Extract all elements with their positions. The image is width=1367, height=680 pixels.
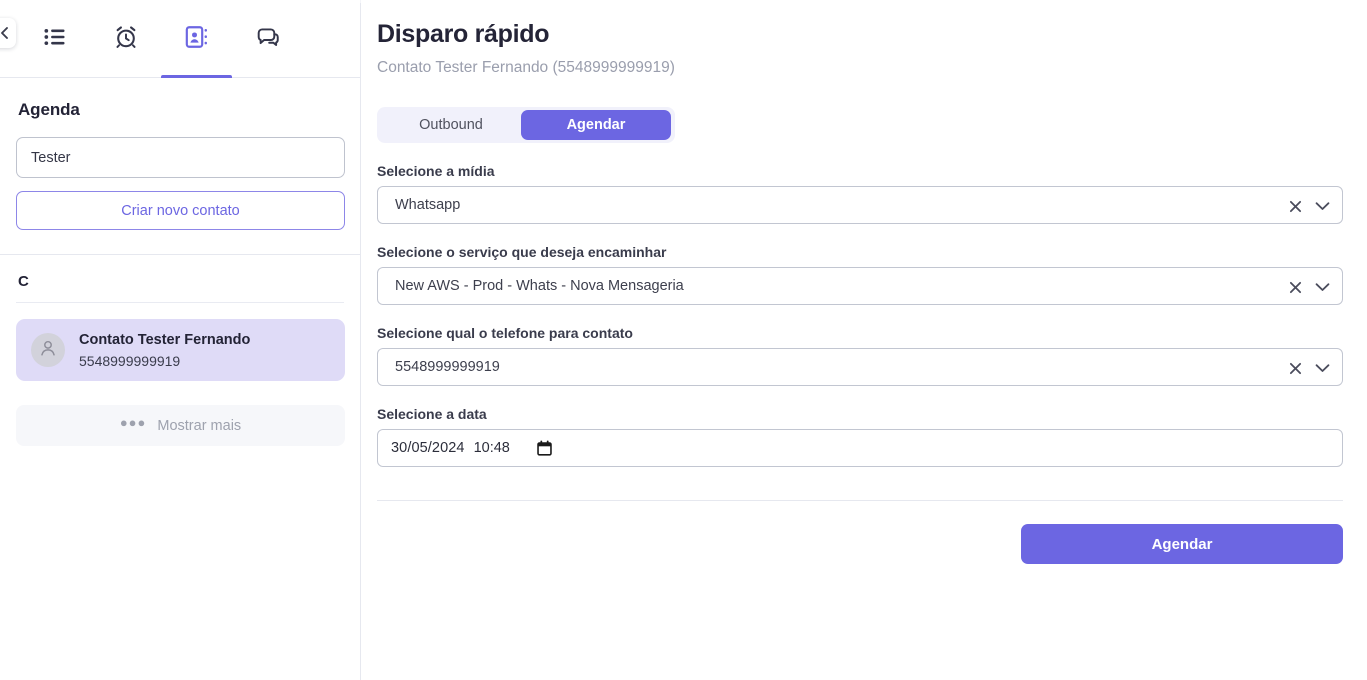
avatar [31,333,65,367]
contacts-sidebar: Agenda Criar novo contato C Contato Te [0,0,361,680]
field-service: Selecione o serviço que deseja encaminha… [377,244,1345,305]
sidebar-item-list[interactable] [19,0,90,78]
sidebar-tabbar [0,0,360,78]
field-date: Selecione a data 30/05/2024 10:48 [377,406,1345,467]
quick-dispatch-panel: Disparo rápido Contato Tester Fernando (… [361,0,1367,680]
footer-divider [377,500,1343,501]
date-value: 30/05/2024 [391,440,465,456]
chat-bubbles-icon [255,24,281,53]
field-label-media: Selecione a mídia [377,163,495,179]
chevron-down-icon[interactable] [1315,282,1330,292]
contact-group-letter: C [18,273,29,290]
contact-name: Contato Tester Fernando [79,331,251,348]
contact-book-icon [184,24,210,53]
close-icon[interactable] [1289,200,1302,213]
show-more-button[interactable]: ●●● Mostrar mais [16,405,345,446]
submit-schedule-button[interactable]: Agendar [1021,524,1343,564]
active-tab-indicator [161,74,232,78]
media-select[interactable]: Whatsapp [377,186,1343,224]
phone-select-value: 5548999999919 [395,359,500,375]
chevron-down-icon[interactable] [1315,363,1330,373]
service-select[interactable]: New AWS - Prod - Whats - Nova Mensageria [377,267,1343,305]
sidebar-item-contacts[interactable] [161,0,232,78]
media-select-value: Whatsapp [395,197,461,213]
contacts-list: C Contato Tester Fernando 5548999999919 [0,254,360,680]
contact-phone: 5548999999919 [79,353,181,370]
tab-outbound[interactable]: Outbound [381,111,521,139]
page-subtitle: Contato Tester Fernando (5548999999919) [377,59,675,76]
field-label-date: Selecione a data [377,406,487,422]
sidebar-item-chats[interactable] [232,0,303,78]
ellipsis-icon: ●●● [119,415,147,430]
mode-segmented-control: Outbound Agendar [377,107,675,143]
calendar-icon[interactable] [537,440,552,456]
create-contact-button[interactable]: Criar novo contato [16,191,345,230]
alarm-clock-icon [113,24,139,53]
collapse-sidebar-button[interactable] [0,18,16,48]
contact-text: Contato Tester Fernando 5548999999919 [79,330,250,371]
close-icon[interactable] [1289,281,1302,294]
agenda-block: Agenda Criar novo contato [0,78,360,230]
service-select-value: New AWS - Prod - Whats - Nova Mensageria [395,278,684,294]
tab-agendar[interactable]: Agendar [521,110,671,140]
page-title: Disparo rápido [377,20,550,48]
show-more-label: Mostrar mais [157,417,242,434]
field-phone: Selecione qual o telefone para contato 5… [377,325,1345,386]
chevron-left-icon [0,26,10,40]
field-media: Selecione a mídia Whatsapp [377,163,1345,224]
phone-select-icons [1289,349,1330,387]
list-icon [42,24,68,53]
contact-search-input[interactable] [16,137,345,178]
chevron-down-icon[interactable] [1315,201,1330,211]
field-label-service: Selecione o serviço que deseja encaminha… [377,244,667,260]
service-select-icons [1289,268,1330,306]
time-value: 10:48 [473,440,510,456]
list-item[interactable]: Contato Tester Fernando 5548999999919 [16,319,345,381]
phone-select[interactable]: 5548999999919 [377,348,1343,386]
group-divider [16,302,344,303]
user-avatar-icon [37,337,59,364]
datetime-input[interactable]: 30/05/2024 10:48 [377,429,1343,467]
footer-actions: Agendar [377,524,1343,564]
app-root: Agenda Criar novo contato C Contato Te [0,0,1367,680]
sidebar-item-schedule[interactable] [90,0,161,78]
close-icon[interactable] [1289,362,1302,375]
agenda-title: Agenda [18,100,80,119]
field-label-phone: Selecione qual o telefone para contato [377,325,633,341]
media-select-icons [1289,187,1330,225]
